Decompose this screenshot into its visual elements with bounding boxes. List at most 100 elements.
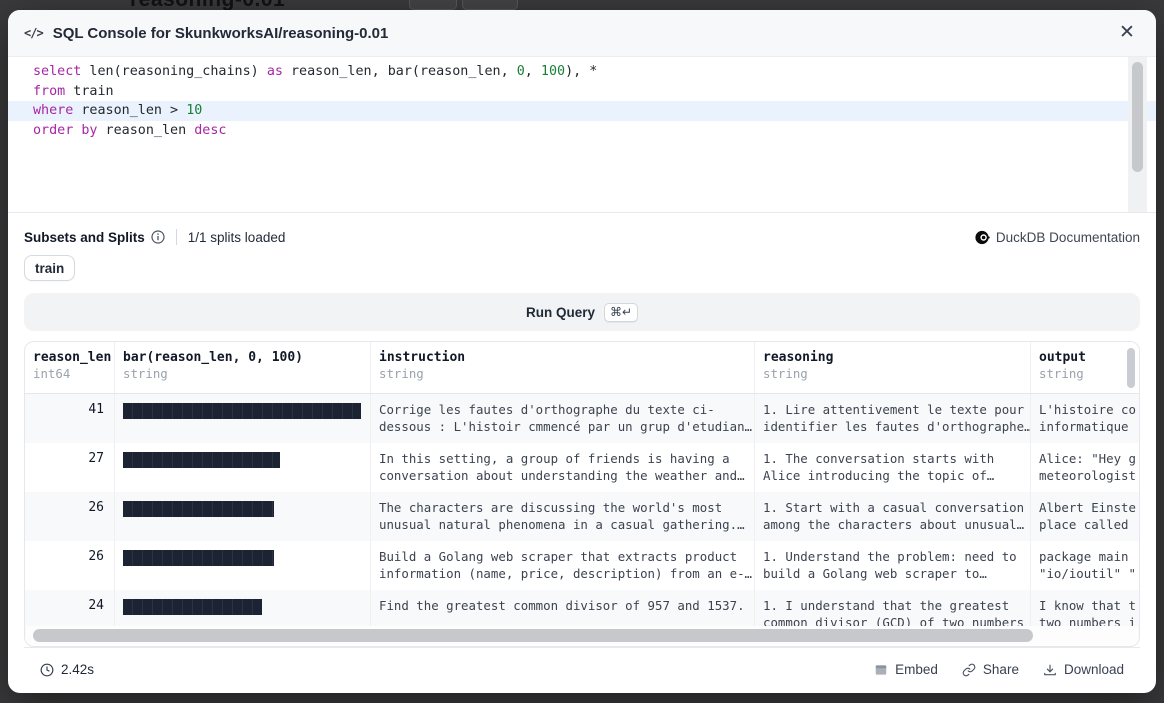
sql-editor-line[interactable]: where reason_len > 10 bbox=[8, 101, 1156, 121]
sql-token: reason_len, bar(reason_len, bbox=[283, 64, 517, 79]
column-type: string bbox=[763, 366, 1022, 381]
bar-chart-rect bbox=[123, 452, 280, 468]
cell-output: Alice: "Hey g meteorologist bbox=[1031, 443, 1140, 492]
cell-reason-len: 26 bbox=[25, 541, 115, 590]
code-icon: </> bbox=[24, 26, 43, 40]
sql-editor-line[interactable]: from train bbox=[8, 82, 1156, 102]
cell-bar bbox=[115, 541, 371, 590]
sql-editor-line[interactable]: order by reason_len desc bbox=[8, 121, 1156, 141]
share-label: Share bbox=[983, 662, 1019, 677]
sql-token: by bbox=[81, 123, 97, 138]
vertical-scrollbar-thumb[interactable] bbox=[1127, 348, 1135, 388]
column-header-reasoning[interactable]: reasoningstring bbox=[755, 342, 1031, 393]
sql-editor[interactable]: select len(reasoning_chains) as reason_l… bbox=[8, 57, 1156, 213]
modal-header: </> SQL Console for SkunkworksAI/reasoni… bbox=[8, 10, 1156, 57]
cell-reason-len: 26 bbox=[25, 492, 115, 541]
sql-token: as bbox=[267, 64, 283, 79]
column-header-bar-reason-len-0-100-[interactable]: bar(reason_len, 0, 100)string bbox=[115, 342, 371, 393]
results-table: reason_lenint64bar(reason_len, 0, 100)st… bbox=[24, 341, 1140, 647]
cell-bar bbox=[115, 443, 371, 492]
column-name: instruction bbox=[379, 350, 746, 365]
table-row[interactable]: 41 Corrige les fautes d'orthographe du te… bbox=[25, 394, 1140, 443]
split-chip-train[interactable]: train bbox=[24, 255, 75, 281]
divider bbox=[176, 229, 177, 245]
cell-instruction: Build a Golang web scraper that extracts… bbox=[371, 541, 755, 590]
cell-output: L'histoire co informatique bbox=[1031, 394, 1140, 443]
cell-reasoning: 1. Lire attentivement le texte pour iden… bbox=[755, 394, 1031, 443]
clock-icon bbox=[40, 663, 54, 677]
cell-reasoning: 1. The conversation starts with Alice in… bbox=[755, 443, 1031, 492]
column-name: output bbox=[1039, 350, 1140, 365]
sql-token: 10 bbox=[186, 103, 202, 118]
cell-instruction: In this setting, a group of friends is h… bbox=[371, 443, 755, 492]
cell-reason-len: 27 bbox=[25, 443, 115, 492]
sql-token: 0 bbox=[517, 64, 525, 79]
cell-output: Albert Einste place called bbox=[1031, 492, 1140, 541]
sql-token: 100 bbox=[541, 64, 565, 79]
cell-output: package main "io/ioutil" " bbox=[1031, 541, 1140, 590]
run-query-label: Run Query bbox=[526, 305, 595, 320]
modal-title: SQL Console for SkunkworksAI/reasoning-0… bbox=[53, 25, 389, 42]
sql-console-modal: </> SQL Console for SkunkworksAI/reasoni… bbox=[8, 10, 1156, 693]
horizontal-scrollbar-thumb[interactable] bbox=[33, 629, 1033, 642]
footer-actions: Embed Share Download bbox=[874, 662, 1124, 677]
sql-token: reason_len bbox=[98, 123, 195, 138]
run-query-button[interactable]: Run Query ⌘↵ bbox=[24, 293, 1140, 331]
editor-scrollbar-track bbox=[1128, 57, 1147, 212]
link-icon bbox=[962, 663, 976, 677]
bar-chart-rect bbox=[123, 501, 274, 517]
cell-reason-len: 41 bbox=[25, 394, 115, 443]
sql-token: train bbox=[65, 84, 113, 99]
duckdb-documentation-link[interactable]: DuckDB Documentation bbox=[975, 230, 1140, 245]
sql-token: from bbox=[33, 84, 65, 99]
info-icon[interactable] bbox=[151, 230, 165, 244]
column-header-output[interactable]: outputstring bbox=[1031, 342, 1140, 393]
sql-token: desc bbox=[194, 123, 226, 138]
close-icon[interactable]: ✕ bbox=[1114, 20, 1140, 46]
sql-token: ), * bbox=[565, 64, 597, 79]
modal-bottom-padding bbox=[24, 691, 1140, 693]
sql-token: select bbox=[33, 64, 81, 79]
query-duration-value: 2.42s bbox=[61, 662, 94, 677]
cell-reasoning: 1. Understand the problem: need to build… bbox=[755, 541, 1031, 590]
table-header-row: reason_lenint64bar(reason_len, 0, 100)st… bbox=[25, 342, 1140, 394]
column-type: string bbox=[1039, 366, 1140, 381]
download-label: Download bbox=[1064, 662, 1124, 677]
duckdb-documentation-label: DuckDB Documentation bbox=[996, 230, 1140, 245]
table-row[interactable]: 26 Build a Golang web scraper that extrac… bbox=[25, 541, 1140, 590]
modal-body: Subsets and Splits 1/1 splits loaded Duc… bbox=[8, 213, 1156, 693]
modal-footer: 2.42s Embed Share bbox=[24, 647, 1140, 691]
cell-reasoning: 1. Start with a casual conversation amon… bbox=[755, 492, 1031, 541]
embed-label: Embed bbox=[895, 662, 938, 677]
duckdb-logo-icon bbox=[975, 230, 990, 245]
horizontal-scrollbar-track bbox=[26, 626, 1138, 645]
subsets-and-splits-row: Subsets and Splits 1/1 splits loaded Duc… bbox=[24, 228, 1140, 246]
column-name: bar(reason_len, 0, 100) bbox=[123, 350, 362, 365]
cell-bar bbox=[115, 394, 371, 443]
column-header-reason-len[interactable]: reason_lenint64 bbox=[25, 342, 115, 393]
bar-chart-rect bbox=[123, 550, 274, 566]
column-header-instruction[interactable]: instructionstring bbox=[371, 342, 755, 393]
column-type: int64 bbox=[33, 366, 106, 381]
table-row[interactable]: 27 In this setting, a group of friends is… bbox=[25, 443, 1140, 492]
download-button[interactable]: Download bbox=[1043, 662, 1124, 677]
background-ghost-button bbox=[409, 0, 457, 10]
cell-instruction: Corrige les fautes d'orthographe du text… bbox=[371, 394, 755, 443]
editor-scrollbar-thumb[interactable] bbox=[1132, 62, 1143, 172]
column-name: reasoning bbox=[763, 350, 1022, 365]
keyboard-shortcut-badge: ⌘↵ bbox=[604, 303, 638, 322]
table-row[interactable]: 26The characters are discussing the worl… bbox=[25, 492, 1140, 541]
embed-button[interactable]: Embed bbox=[874, 662, 938, 677]
download-icon bbox=[1043, 663, 1057, 677]
sql-token: order bbox=[33, 123, 73, 138]
share-button[interactable]: Share bbox=[962, 662, 1019, 677]
bar-chart-rect bbox=[123, 403, 361, 419]
bar-chart-rect bbox=[123, 599, 262, 615]
embed-icon bbox=[874, 663, 888, 677]
background-ghost-button bbox=[462, 0, 518, 10]
subsets-title: Subsets and Splits bbox=[24, 230, 145, 245]
sql-token: , bbox=[525, 64, 541, 79]
sql-token: reason_len > bbox=[73, 103, 186, 118]
column-name: reason_len bbox=[33, 350, 106, 365]
sql-editor-line[interactable]: select len(reasoning_chains) as reason_l… bbox=[8, 62, 1156, 82]
